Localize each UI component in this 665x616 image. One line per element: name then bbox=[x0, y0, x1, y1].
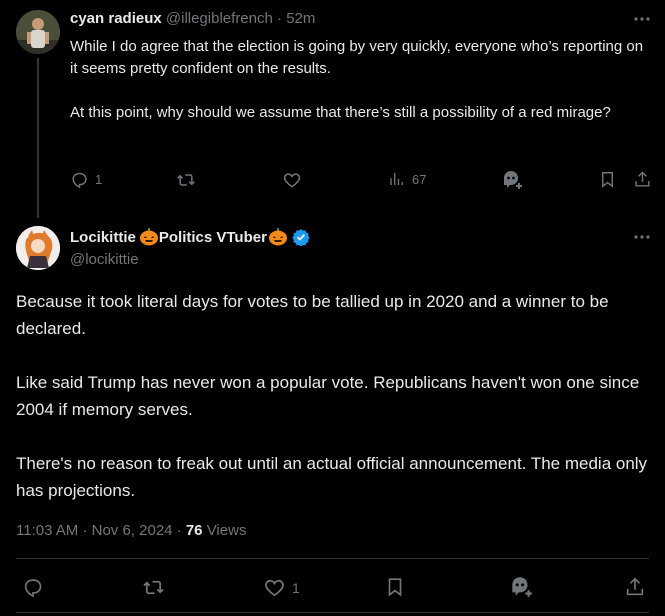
main-text: Because it took literal days for votes t… bbox=[16, 288, 656, 504]
pumpkin-icon bbox=[139, 228, 159, 246]
retweet-icon bbox=[176, 170, 196, 190]
main-paragraph: There's no reason to freak out until an … bbox=[16, 454, 648, 500]
main-retweet-button[interactable] bbox=[142, 576, 165, 599]
reply-text: While I do agree that the election is go… bbox=[70, 36, 650, 124]
reply-reply-button[interactable]: 1 bbox=[70, 170, 102, 189]
share-icon bbox=[624, 576, 646, 598]
main-handle[interactable]: @locikittie bbox=[70, 251, 139, 268]
main-paragraph: Like said Trump has never won a popular … bbox=[16, 373, 640, 419]
reply-time[interactable]: 52m bbox=[286, 10, 315, 27]
reply-count: 1 bbox=[95, 172, 103, 187]
reply-bookmark-button[interactable] bbox=[598, 170, 617, 189]
meta-separator: · bbox=[82, 522, 88, 539]
main-display-name[interactable]: Locikittie Politics VTuber bbox=[70, 228, 310, 246]
reply-paragraph: At this point, why should we assume that… bbox=[70, 104, 611, 121]
reply-header: cyan radieux @illegiblefrench · 52m bbox=[70, 10, 315, 27]
reply-retweet-button[interactable] bbox=[176, 170, 196, 190]
reply-icon bbox=[22, 576, 44, 598]
reply-share-button[interactable] bbox=[633, 170, 652, 189]
analytics-icon bbox=[388, 170, 406, 188]
reply-grok-button[interactable] bbox=[500, 168, 524, 192]
main-name-suffix: Politics VTuber bbox=[158, 228, 267, 246]
reply-more-icon[interactable] bbox=[633, 10, 651, 28]
heart-icon bbox=[282, 170, 302, 190]
reply-views-button[interactable]: 67 bbox=[388, 170, 426, 188]
reply-avatar[interactable] bbox=[16, 10, 60, 54]
main-share-button[interactable] bbox=[624, 576, 646, 598]
pumpkin-icon bbox=[268, 228, 288, 246]
tweet-views-count: 76 bbox=[185, 522, 203, 539]
meta-separator: · bbox=[176, 522, 182, 539]
verified-badge-icon[interactable] bbox=[292, 228, 310, 246]
retweet-icon bbox=[142, 576, 165, 599]
main-like-count: 1 bbox=[292, 579, 300, 596]
reply-paragraph: While I do agree that the election is go… bbox=[70, 38, 644, 77]
share-icon bbox=[633, 170, 652, 189]
reply-display-name[interactable]: cyan radieux bbox=[70, 10, 162, 27]
reply-like-button[interactable] bbox=[282, 170, 302, 190]
main-reply-button[interactable] bbox=[22, 576, 44, 598]
main-paragraph: Because it took literal days for votes t… bbox=[16, 292, 609, 338]
bookmark-icon bbox=[598, 170, 617, 189]
bookmark-icon bbox=[384, 576, 406, 598]
main-avatar[interactable] bbox=[16, 226, 60, 270]
main-like-button[interactable]: 1 bbox=[263, 576, 300, 599]
main-bookmark-button[interactable] bbox=[384, 576, 406, 598]
divider-bottom bbox=[16, 612, 649, 613]
main-name-text: Locikittie bbox=[70, 228, 136, 246]
grok-icon bbox=[500, 168, 524, 192]
main-more-icon[interactable] bbox=[633, 228, 651, 246]
reply-handle[interactable]: @illegiblefrench bbox=[166, 10, 273, 27]
grok-icon bbox=[508, 574, 534, 600]
tweet-meta: 11:03 AM · Nov 6, 2024 · 76 Views bbox=[16, 522, 246, 539]
main-grok-button[interactable] bbox=[508, 574, 534, 600]
tweet-date[interactable]: Nov 6, 2024 bbox=[92, 522, 173, 539]
reply-icon bbox=[70, 170, 89, 189]
heart-icon bbox=[263, 576, 286, 599]
tweet-views-label: Views bbox=[206, 522, 247, 539]
tweet-time[interactable]: 11:03 AM bbox=[16, 522, 78, 539]
reply-separator: · bbox=[277, 10, 283, 27]
reply-views-count: 67 bbox=[412, 171, 427, 187]
thread-connector-line bbox=[37, 58, 39, 218]
divider-top bbox=[16, 558, 649, 559]
